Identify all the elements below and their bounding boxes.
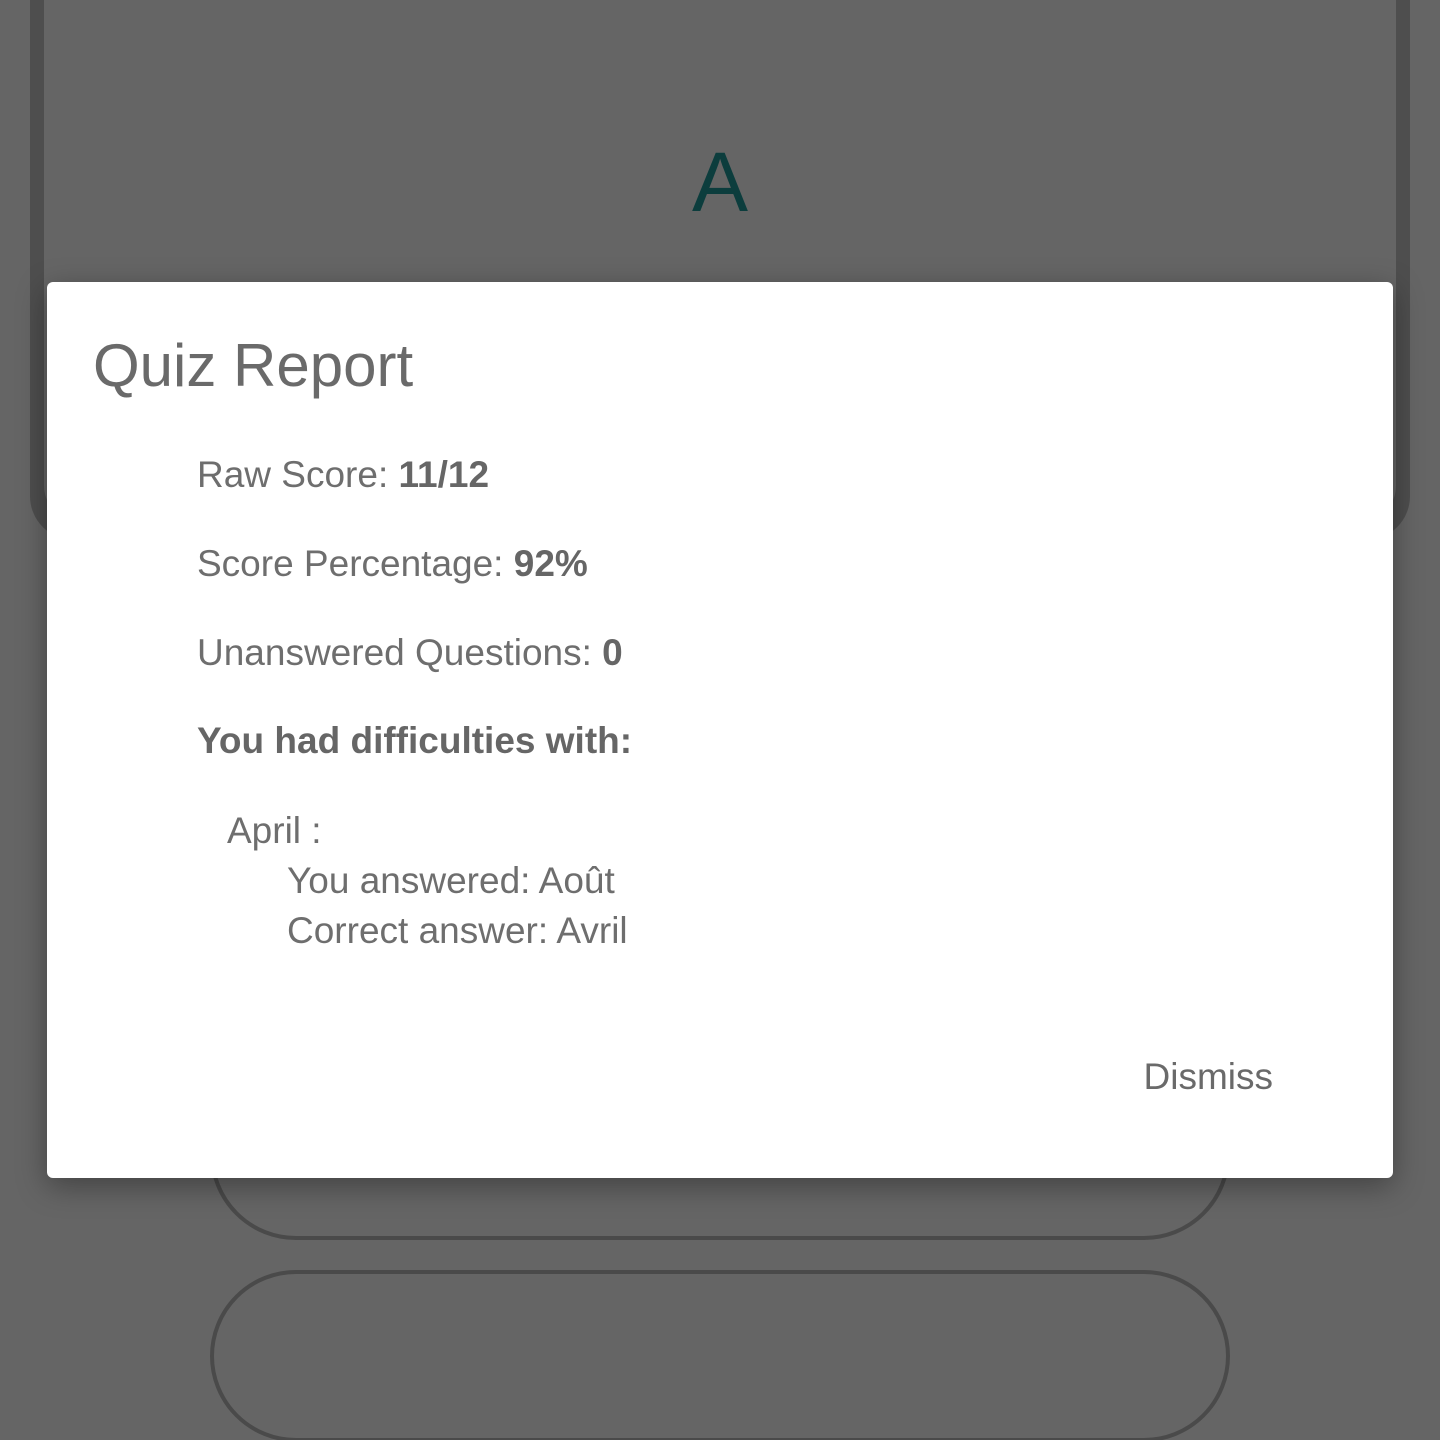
raw-score: Raw Score: 11/12 — [197, 456, 489, 493]
raw-score-label: Raw Score: — [197, 454, 399, 495]
quiz-report-dialog: Quiz Report Raw Score: 11/12 Score Perce… — [47, 282, 1393, 1178]
app-screen: A Quiz Report Raw Score: 11/12 Score Per… — [0, 0, 1440, 1440]
flashcard-text: A — [691, 135, 749, 229]
score-percentage-value: 92% — [513, 543, 588, 584]
answer-option-2 — [210, 1270, 1230, 1440]
unanswered-label: Unanswered Questions: — [197, 632, 603, 673]
difficulties-heading: You had difficulties with: — [197, 720, 633, 761]
unanswered-questions: Unanswered Questions: 0 — [197, 634, 623, 671]
dialog-title: Quiz Report — [93, 332, 414, 399]
dismiss-button[interactable]: Dismiss — [1144, 1058, 1273, 1095]
difficulty-term: April : — [227, 810, 322, 851]
score-percentage-label: Score Percentage: — [197, 543, 514, 584]
raw-score-value: 11/12 — [398, 454, 490, 495]
score-percentage: Score Percentage: 92% — [197, 545, 588, 582]
difficulty-your-answer: You answered: Août — [287, 860, 615, 901]
difficulty-correct-answer: Correct answer: Avril — [287, 910, 628, 951]
unanswered-value: 0 — [602, 632, 623, 673]
